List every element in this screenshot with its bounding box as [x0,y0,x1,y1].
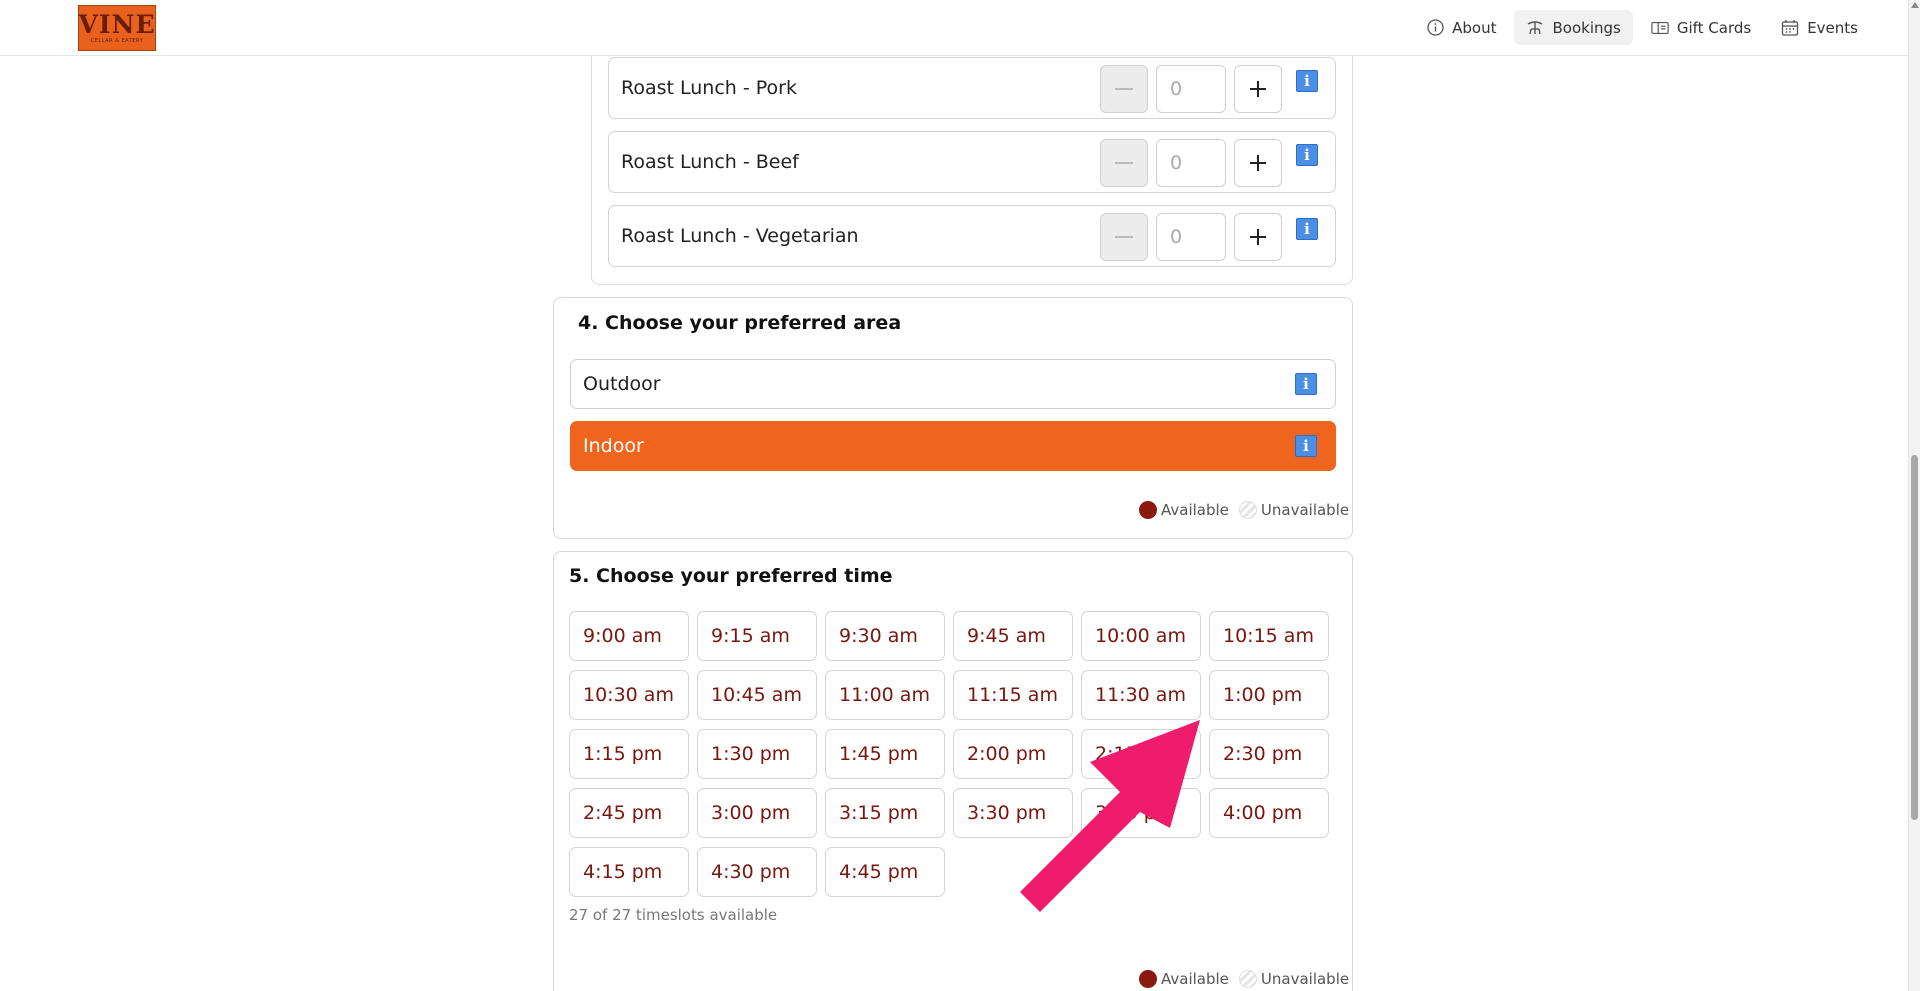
booking-page: VINE CELLAR & EATERY About Bookings Gift… [0,0,1920,991]
nav-events-label: Events [1807,18,1858,37]
plus-icon [1250,155,1266,171]
time-slot-button[interactable]: 2:45 pm [569,788,689,838]
decrease-quantity-button[interactable] [1100,139,1148,187]
legend-available-label: Available [1161,970,1229,988]
time-slot-button[interactable]: 4:45 pm [825,847,945,897]
area-option-label: Indoor [583,435,644,457]
minus-icon [1115,236,1133,238]
menu-item-name: Roast Lunch - Vegetarian [621,225,859,247]
quantity-input[interactable]: 0 [1156,213,1226,261]
top-header: VINE CELLAR & EATERY About Bookings Gift… [0,0,1908,56]
available-dot-icon [1139,501,1157,519]
menu-item-name: Roast Lunch - Beef [621,151,799,173]
area-option-outdoor[interactable]: Outdoor i [570,359,1336,409]
minus-icon [1115,162,1133,164]
info-icon[interactable]: i [1295,435,1317,457]
page-scrollbar[interactable] [1908,0,1920,991]
time-slot-button[interactable]: 1:45 pm [825,729,945,779]
area-availability-legend: Available Unavailable [1139,501,1349,519]
time-slot-button[interactable]: 10:15 am [1209,611,1329,661]
calendar-icon [1781,19,1799,37]
time-slot-button[interactable]: 10:45 am [697,670,817,720]
scroll-up-arrow-icon[interactable] [1911,2,1919,8]
decrease-quantity-button[interactable] [1100,65,1148,113]
time-slot-button[interactable]: 3:00 pm [697,788,817,838]
time-slot-button[interactable]: 10:00 am [1081,611,1201,661]
nav-events[interactable]: Events [1769,10,1870,45]
menu-item-name: Roast Lunch - Pork [621,77,797,99]
nav-gift-cards[interactable]: Gift Cards [1639,10,1763,45]
gift-card-icon [1651,19,1669,37]
nav-about-label: About [1452,18,1497,37]
menu-item-pork: Roast Lunch - Pork 0 i [608,57,1336,119]
time-section-title: 5. Choose your preferred time [569,565,893,587]
menu-item-beef: Roast Lunch - Beef 0 i [608,131,1336,193]
main-nav: About Bookings Gift Cards Events [1414,10,1870,45]
scroll-thumb[interactable] [1911,455,1918,820]
unavailable-dot-icon [1238,970,1257,988]
quantity-input[interactable]: 0 [1156,139,1226,187]
info-icon[interactable]: i [1296,144,1318,166]
time-slot-button[interactable]: 9:15 am [697,611,817,661]
info-icon[interactable]: i [1295,373,1317,395]
logo[interactable]: VINE CELLAR & EATERY [78,5,156,51]
time-slot-button[interactable]: 9:00 am [569,611,689,661]
time-slot-button[interactable]: 1:30 pm [697,729,817,779]
time-slot-button[interactable]: 9:45 am [953,611,1073,661]
info-icon[interactable]: i [1296,218,1318,240]
plus-icon [1250,229,1266,245]
increase-quantity-button[interactable] [1234,213,1282,261]
info-icon[interactable]: i [1296,70,1318,92]
decrease-quantity-button[interactable] [1100,213,1148,261]
legend-available-label: Available [1161,501,1229,519]
area-option-label: Outdoor [583,373,661,395]
nav-about[interactable]: About [1414,10,1508,45]
time-slot-button[interactable]: 10:30 am [569,670,689,720]
plus-icon [1250,81,1266,97]
timeslot-count: 27 of 27 timeslots available [569,906,778,924]
logo-wordmark: VINE [78,10,156,39]
time-availability-legend: Available Unavailable [1139,970,1349,988]
nav-bookings-label: Bookings [1552,18,1621,37]
unavailable-dot-icon [1238,501,1257,519]
logo-subtext: CELLAR & EATERY [90,38,144,44]
nav-gift-cards-label: Gift Cards [1676,18,1752,37]
time-slot-button[interactable]: 4:15 pm [569,847,689,897]
time-slot-button[interactable]: 4:30 pm [697,847,817,897]
available-dot-icon [1139,970,1157,988]
area-option-indoor[interactable]: Indoor i [570,421,1336,471]
nav-bookings[interactable]: Bookings [1514,10,1633,45]
increase-quantity-button[interactable] [1234,139,1282,187]
area-section-title: 4. Choose your preferred area [578,312,902,334]
menu-item-vegetarian: Roast Lunch - Vegetarian 0 i [608,205,1336,267]
time-slot-button[interactable]: 1:15 pm [569,729,689,779]
time-slot-button[interactable]: 11:00 am [825,670,945,720]
time-slot-button[interactable]: 3:15 pm [825,788,945,838]
legend-unavailable-label: Unavailable [1260,501,1350,519]
bookings-icon [1526,19,1544,37]
legend-unavailable-label: Unavailable [1260,970,1350,988]
info-circle-icon [1426,19,1444,37]
minus-icon [1115,88,1133,90]
time-slot-button[interactable]: 9:30 am [825,611,945,661]
quantity-input[interactable]: 0 [1156,65,1226,113]
increase-quantity-button[interactable] [1234,65,1282,113]
annotation-arrow-icon [1020,720,1200,912]
